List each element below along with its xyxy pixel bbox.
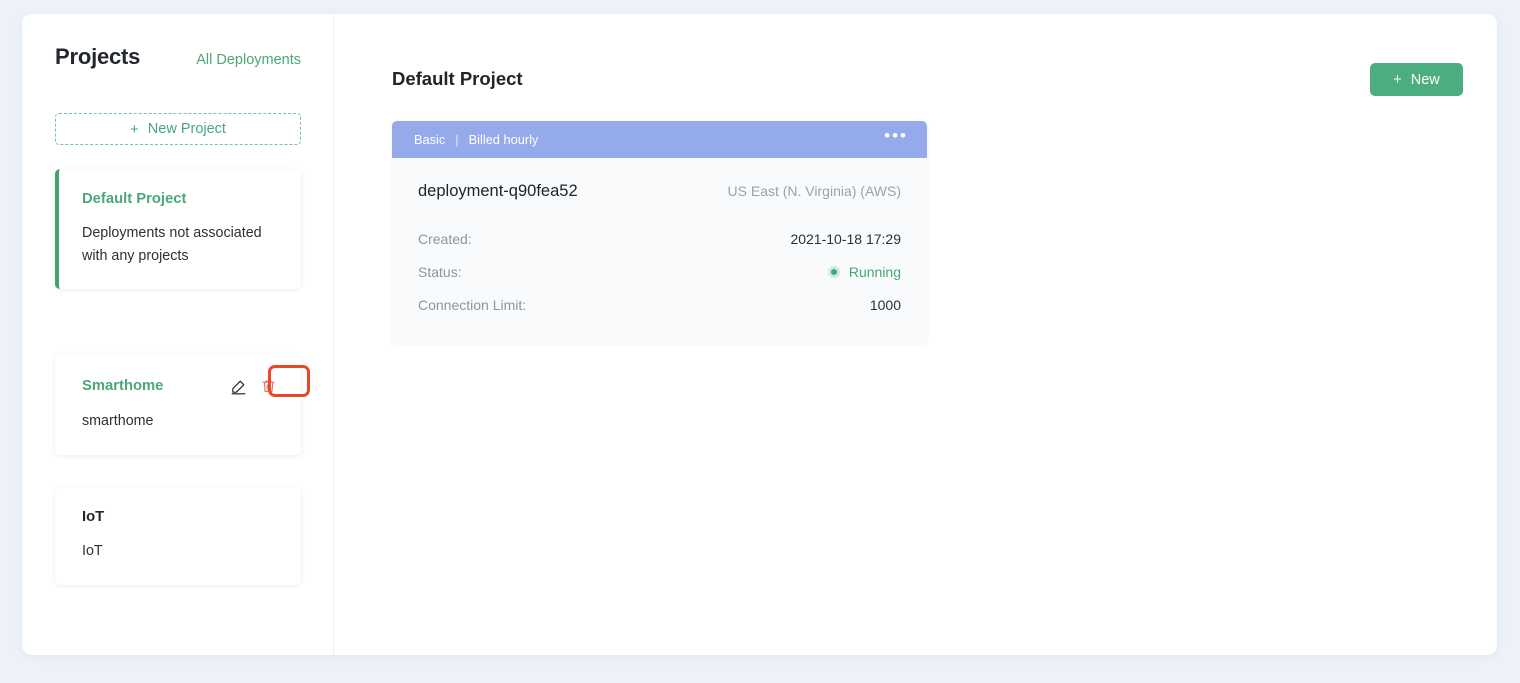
deployment-card-body: deployment-q90fea52 US East (N. Virginia… (392, 158, 927, 343)
projects-sidebar: Projects All Deployments + New Project D… (22, 14, 334, 655)
main-content: Default Project + New Basic | Billed hou… (335, 14, 1497, 655)
new-button-label: New (1410, 71, 1440, 88)
status-badge: Running (827, 263, 901, 280)
plan-info: Basic | Billed hourly (414, 132, 538, 147)
row-label: Status: (418, 263, 462, 280)
pencil-icon[interactable] (227, 375, 249, 397)
billing-label: Billed hourly (468, 132, 539, 147)
new-project-button[interactable]: + New Project (55, 113, 301, 145)
plus-icon: + (1393, 71, 1402, 88)
project-description: smarthome (82, 413, 154, 429)
project-card-title-row: Default Project (82, 189, 279, 209)
new-deployment-button[interactable]: + New (1370, 63, 1463, 96)
sidebar-item-default-project[interactable]: Default Project Deployments not associat… (55, 169, 301, 289)
deployment-row-connection-limit: Connection Limit: 1000 (418, 288, 901, 321)
project-name: Smarthome (82, 378, 164, 394)
overflow-menu-icon[interactable]: ••• (884, 127, 908, 147)
deployment-name: deployment-q90fea52 (418, 182, 578, 200)
sidebar-item-iot[interactable]: IoT IoT (55, 487, 301, 585)
project-card-title-row: IoT (82, 507, 279, 527)
page-title: Projects (55, 44, 141, 69)
deployment-row-created: Created: 2021-10-18 17:29 (418, 222, 901, 255)
deployment-card-header: Basic | Billed hourly ••• (392, 121, 927, 158)
project-heading: Default Project (392, 68, 523, 89)
project-name: Default Project (82, 191, 187, 207)
row-label: Connection Limit: (418, 296, 527, 313)
project-card-title-row: Smarthome (82, 375, 279, 397)
project-name: IoT (82, 509, 105, 525)
sidebar-header: Projects All Deployments (55, 44, 301, 78)
status-dot-icon (827, 265, 840, 278)
row-value: 1000 (869, 296, 901, 313)
project-description: Deployments not associated with any proj… (82, 225, 262, 264)
deployment-identity-row: deployment-q90fea52 US East (N. Virginia… (418, 182, 901, 201)
deployment-card: Basic | Billed hourly ••• deployment-q90… (392, 121, 927, 343)
status-text: Running (848, 263, 901, 280)
separator: | (455, 132, 459, 147)
row-label: Created: (418, 230, 472, 247)
all-deployments-link[interactable]: All Deployments (196, 52, 301, 68)
trash-icon[interactable] (257, 375, 279, 397)
row-value: 2021-10-18 17:29 (790, 230, 901, 247)
new-project-label: New Project (147, 121, 226, 137)
plan-label: Basic (414, 132, 446, 147)
app-panel: Projects All Deployments + New Project D… (22, 14, 1497, 655)
project-description: IoT (82, 543, 103, 559)
project-card-actions (227, 375, 279, 397)
sidebar-item-smarthome[interactable]: Smarthome smarthome (55, 355, 301, 455)
plus-icon: + (130, 120, 139, 138)
deployment-row-status: Status: Running (418, 255, 901, 288)
deployment-region: US East (N. Virginia) (AWS) (727, 183, 901, 199)
